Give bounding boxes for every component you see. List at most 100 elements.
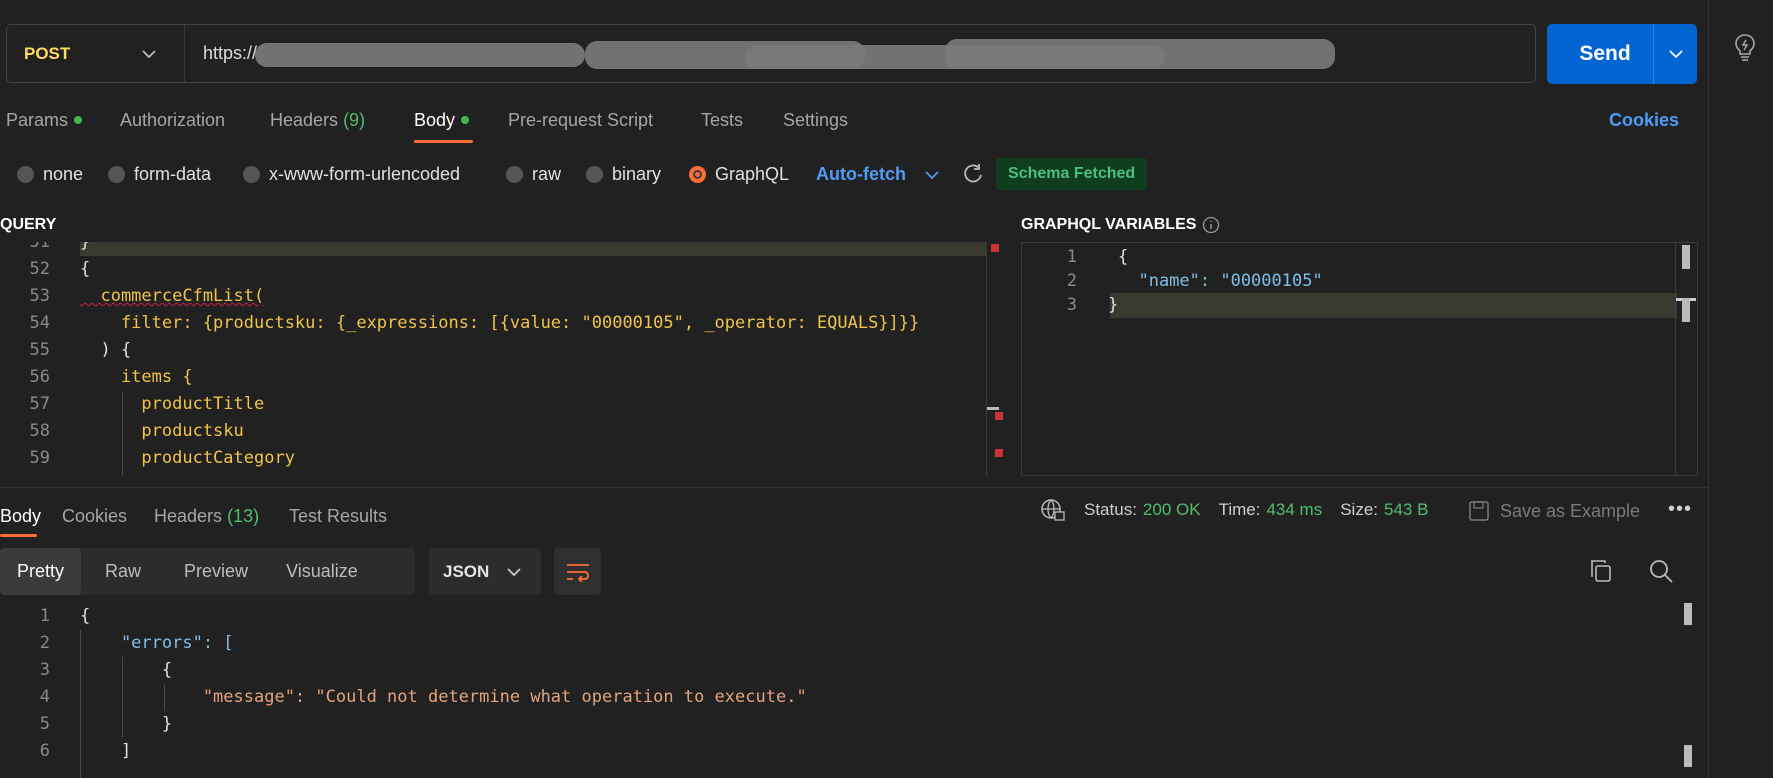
graphql-variables-label: GRAPHQL VARIABLES	[1021, 216, 1197, 233]
time-value: 434 ms	[1266, 500, 1323, 519]
tab-label: Test Results	[289, 506, 388, 526]
response-tabs: Body Cookies Headers (13) Test Results	[0, 500, 1700, 540]
status-dot	[74, 116, 83, 125]
response-editor[interactable]: 1{ 2 "errors": [ 3 { 4 "message": "Could…	[0, 603, 1694, 778]
radio-form-data[interactable]: form-data	[108, 164, 211, 185]
tab-label: Headers	[270, 110, 339, 130]
tab-label: Body	[414, 110, 456, 130]
radio-graphql[interactable]: GraphQL	[689, 164, 789, 185]
view-mode-preview[interactable]: Preview	[160, 548, 272, 595]
status-dot	[461, 116, 470, 125]
radio-label: x-www-form-urlencoded	[269, 164, 461, 184]
code-text: }	[80, 242, 91, 252]
error-marker	[995, 449, 1003, 457]
format-select[interactable]: JSON	[429, 548, 541, 595]
active-tab-underline	[414, 140, 473, 143]
code-text: ]	[80, 741, 132, 761]
scroll-marker	[987, 407, 999, 410]
send-button[interactable]: Send	[1547, 24, 1697, 84]
url-input[interactable]: https://	[185, 25, 1535, 82]
radio-label: none	[43, 164, 84, 184]
radio-none[interactable]: none	[17, 164, 83, 185]
line-number: 4	[39, 687, 50, 707]
cookies-link[interactable]: Cookies	[1609, 110, 1679, 131]
view-mode-visualize[interactable]: Visualize	[272, 548, 372, 595]
code-line: 1{	[1022, 244, 1697, 271]
send-options-button[interactable]	[1653, 24, 1697, 84]
method-select[interactable]: POST	[7, 25, 185, 82]
query-editor[interactable]: 51} 52 { 53 commerceCfmList( 54 filter: {…	[0, 242, 1008, 476]
url-text: https://	[203, 43, 258, 63]
graphql-variables-title: GRAPHQL VARIABLES	[1021, 216, 1220, 234]
tab-label: Cookies	[62, 506, 128, 526]
tab-label: Tests	[701, 110, 744, 130]
redaction-mark	[945, 39, 1335, 69]
line-number: 1	[39, 606, 50, 626]
radio-raw[interactable]: raw	[506, 164, 561, 185]
tab-response-headers[interactable]: Headers (13)	[154, 506, 259, 527]
code-text: "errors": [	[80, 633, 234, 653]
response-scrollbar[interactable]	[1682, 603, 1694, 778]
radio-circle	[586, 166, 603, 183]
line-number: 51	[29, 242, 50, 252]
search-icon[interactable]	[1648, 558, 1674, 584]
code-line: 2 "errors": [	[0, 630, 1694, 657]
copy-icon[interactable]	[1588, 558, 1614, 584]
code-text: ) {	[80, 340, 132, 360]
autofetch-select[interactable]: Auto-fetch	[816, 164, 939, 185]
tab-label: Headers	[154, 506, 223, 526]
lightbulb-icon[interactable]	[1733, 33, 1757, 61]
globe-lock-icon[interactable]	[1040, 498, 1066, 522]
line-number: 6	[39, 741, 50, 761]
scroll-thumb[interactable]	[1684, 603, 1692, 625]
refresh-icon[interactable]	[962, 163, 984, 185]
chevron-down-icon	[1668, 50, 1683, 59]
line-number: 54	[29, 313, 50, 333]
view-mode-label: Raw	[105, 561, 142, 581]
format-label: JSON	[443, 561, 490, 581]
view-mode-segment: Pretty Raw Preview Visualize	[0, 548, 415, 595]
tab-authorization[interactable]: Authorization	[120, 110, 225, 131]
indent-guide	[122, 391, 123, 476]
radio-urlencoded[interactable]: x-www-form-urlencoded	[243, 164, 460, 185]
query-scrollbar[interactable]	[986, 242, 1008, 476]
tab-count: (9)	[343, 110, 366, 130]
tab-params[interactable]: Params	[6, 110, 83, 131]
schema-status-badge: Schema Fetched	[996, 158, 1148, 190]
send-label: Send	[1579, 42, 1631, 65]
tab-tests[interactable]: Tests	[701, 110, 743, 131]
code-line: 59 productCategory	[0, 445, 1008, 472]
status-value: 200 OK	[1142, 500, 1201, 519]
info-icon[interactable]	[1202, 216, 1220, 234]
variables-editor[interactable]: 1{ 2 "name": "00000105" 3}	[1021, 242, 1698, 476]
chevron-down-icon	[925, 171, 939, 180]
line-number: 59	[29, 448, 50, 468]
wrap-lines-button[interactable]	[554, 548, 601, 595]
tab-count: (13)	[227, 506, 260, 526]
line-number: 56	[29, 367, 50, 387]
radio-binary[interactable]: binary	[586, 164, 661, 185]
save-as-example-button[interactable]: Save as Example	[1468, 500, 1640, 522]
tab-settings[interactable]: Settings	[783, 110, 848, 131]
tab-headers[interactable]: Headers (9)	[270, 110, 365, 131]
indent-guide	[122, 657, 123, 738]
view-mode-pretty[interactable]: Pretty	[0, 548, 82, 595]
tab-response-body[interactable]: Body	[0, 506, 41, 527]
query-title: QUERY	[0, 216, 57, 233]
save-icon	[1469, 501, 1489, 521]
code-line: 57 productTitle	[0, 391, 1008, 418]
scroll-thumb[interactable]	[1682, 245, 1690, 269]
view-mode-raw[interactable]: Raw	[81, 548, 160, 595]
tab-test-results[interactable]: Test Results	[289, 506, 387, 527]
request-tabs: Params Authorization Headers (9) Body Pr…	[0, 104, 1700, 144]
tab-response-cookies[interactable]: Cookies	[62, 506, 127, 527]
line-number: 3	[1066, 295, 1077, 315]
tab-pre-request-script[interactable]: Pre-request Script	[508, 110, 653, 131]
tab-label: Pre-request Script	[508, 110, 654, 130]
indent-guide	[164, 684, 165, 711]
variables-scrollbar[interactable]	[1675, 243, 1697, 475]
more-options-button[interactable]: •••	[1668, 498, 1692, 521]
line-number: 1	[1066, 247, 1077, 267]
tab-body[interactable]: Body	[414, 110, 470, 131]
code-text: productTitle	[80, 394, 265, 414]
